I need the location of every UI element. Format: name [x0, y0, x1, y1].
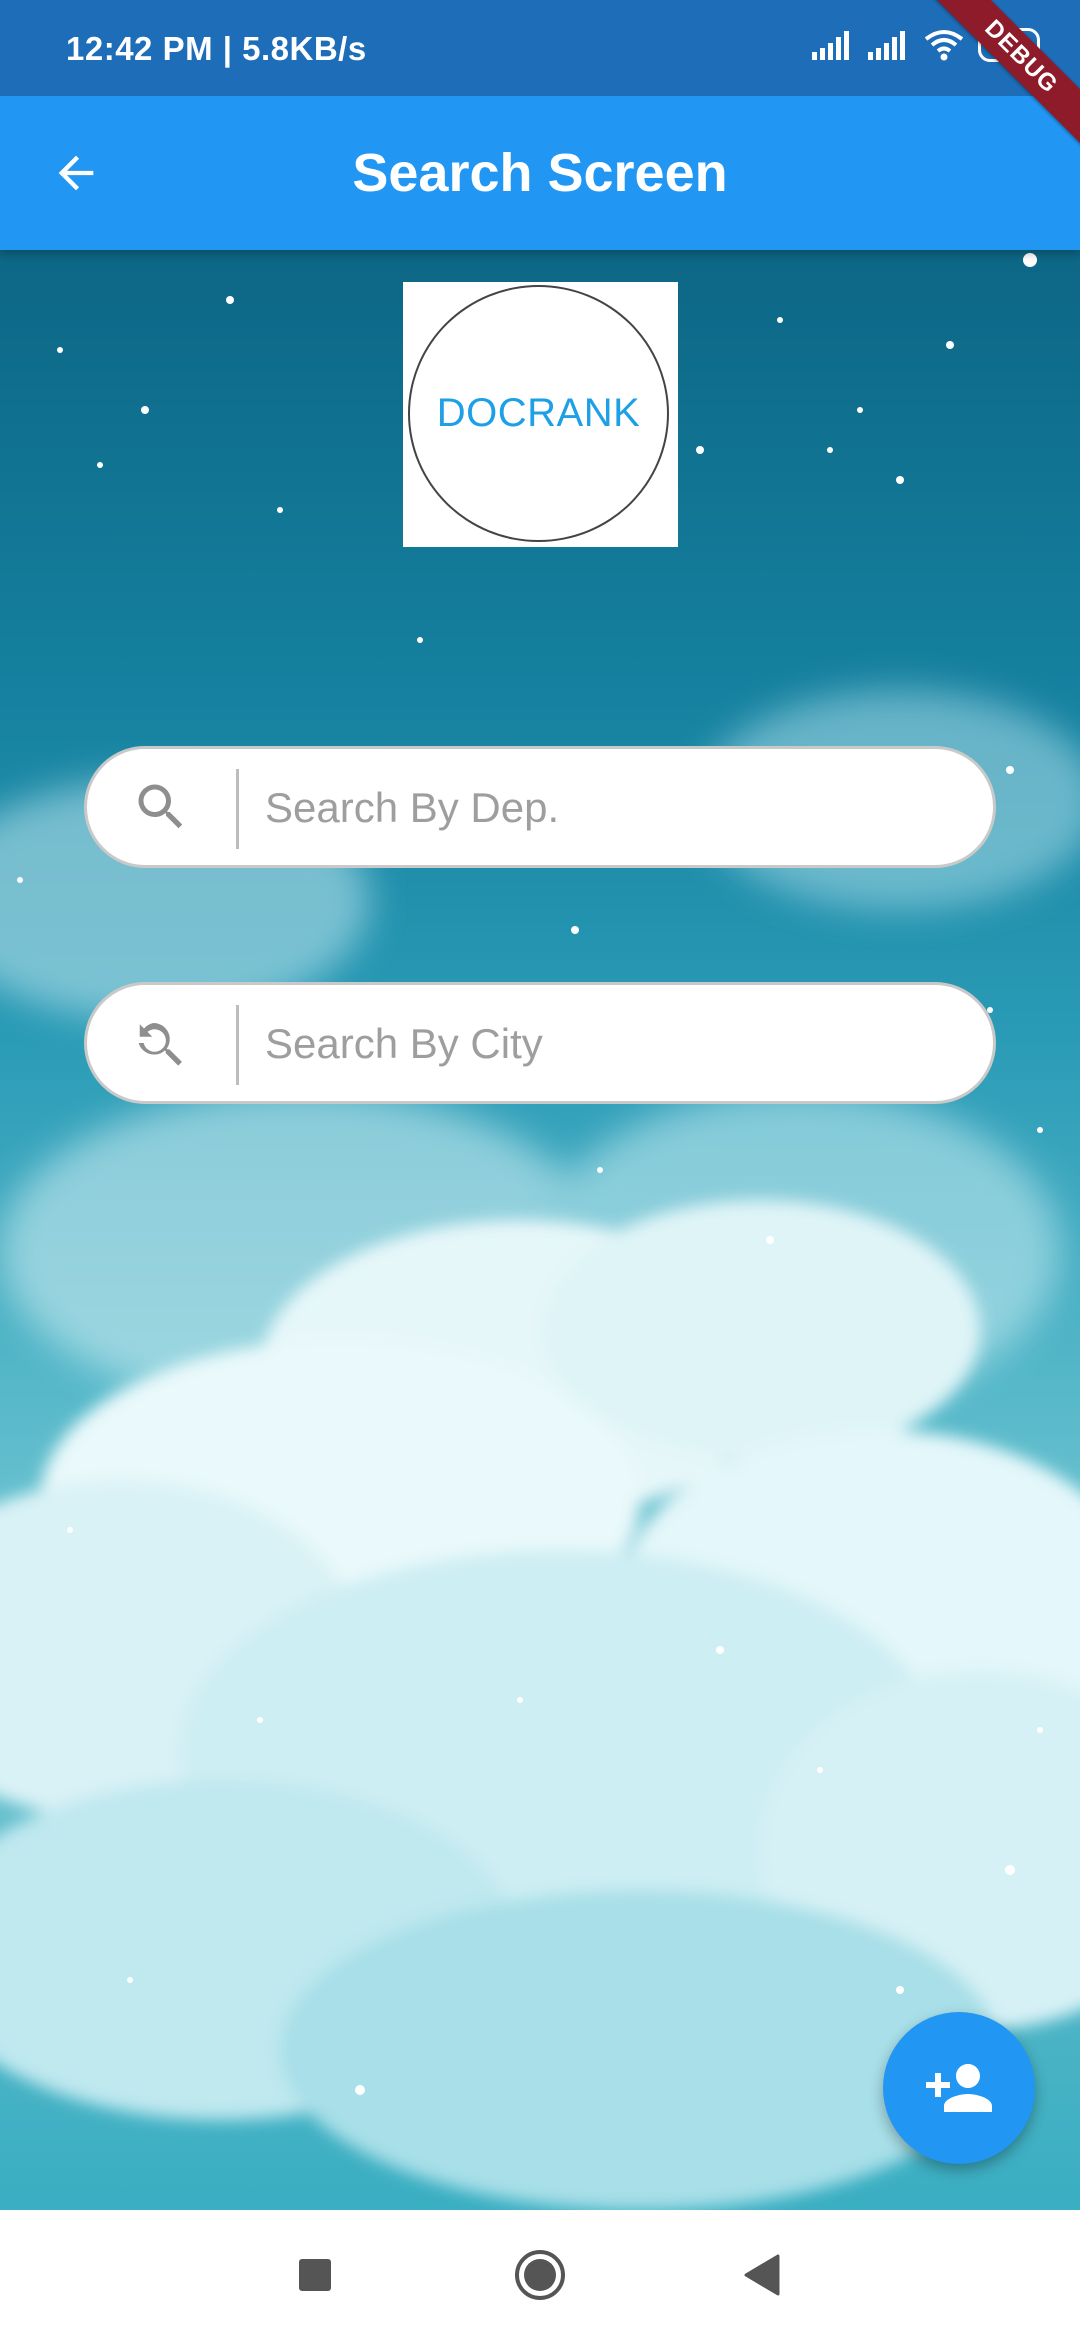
status-bar: 12:42 PM | 5.8KB/s [0, 0, 1080, 96]
search-city-input[interactable] [265, 1009, 955, 1079]
page-title: Search Screen [352, 143, 728, 203]
person-add-icon [926, 2064, 992, 2112]
search-refresh-icon [138, 1023, 182, 1066]
add-person-button[interactable] [883, 2012, 1035, 2164]
field-divider [236, 769, 239, 849]
search-department-field[interactable] [84, 746, 996, 868]
nav-back-button[interactable] [722, 2235, 802, 2315]
square-icon [299, 2259, 331, 2291]
circle-icon [515, 2250, 565, 2300]
search-city-field[interactable] [84, 982, 996, 1104]
search-screen: 12:42 PM | 5.8KB/s DEBUG Search Screen D… [0, 0, 1080, 2340]
triangle-back-icon [744, 2254, 780, 2296]
signal-icon [812, 31, 849, 60]
status-time: 12:42 PM | 5.8KB/s [66, 30, 367, 67]
app-bar: Search Screen [0, 96, 1080, 250]
logo-text: DOCRANK [436, 391, 641, 435]
signal-icon [868, 31, 905, 60]
home-button[interactable] [500, 2235, 580, 2315]
search-icon [138, 784, 183, 829]
wifi-icon [924, 30, 964, 61]
search-department-input[interactable] [265, 773, 955, 843]
system-nav-bar [0, 2210, 1080, 2340]
field-divider [236, 1005, 239, 1085]
docrank-logo: DOCRANK [403, 282, 678, 547]
logo-circle: DOCRANK [408, 285, 669, 542]
recents-button[interactable] [275, 2235, 355, 2315]
